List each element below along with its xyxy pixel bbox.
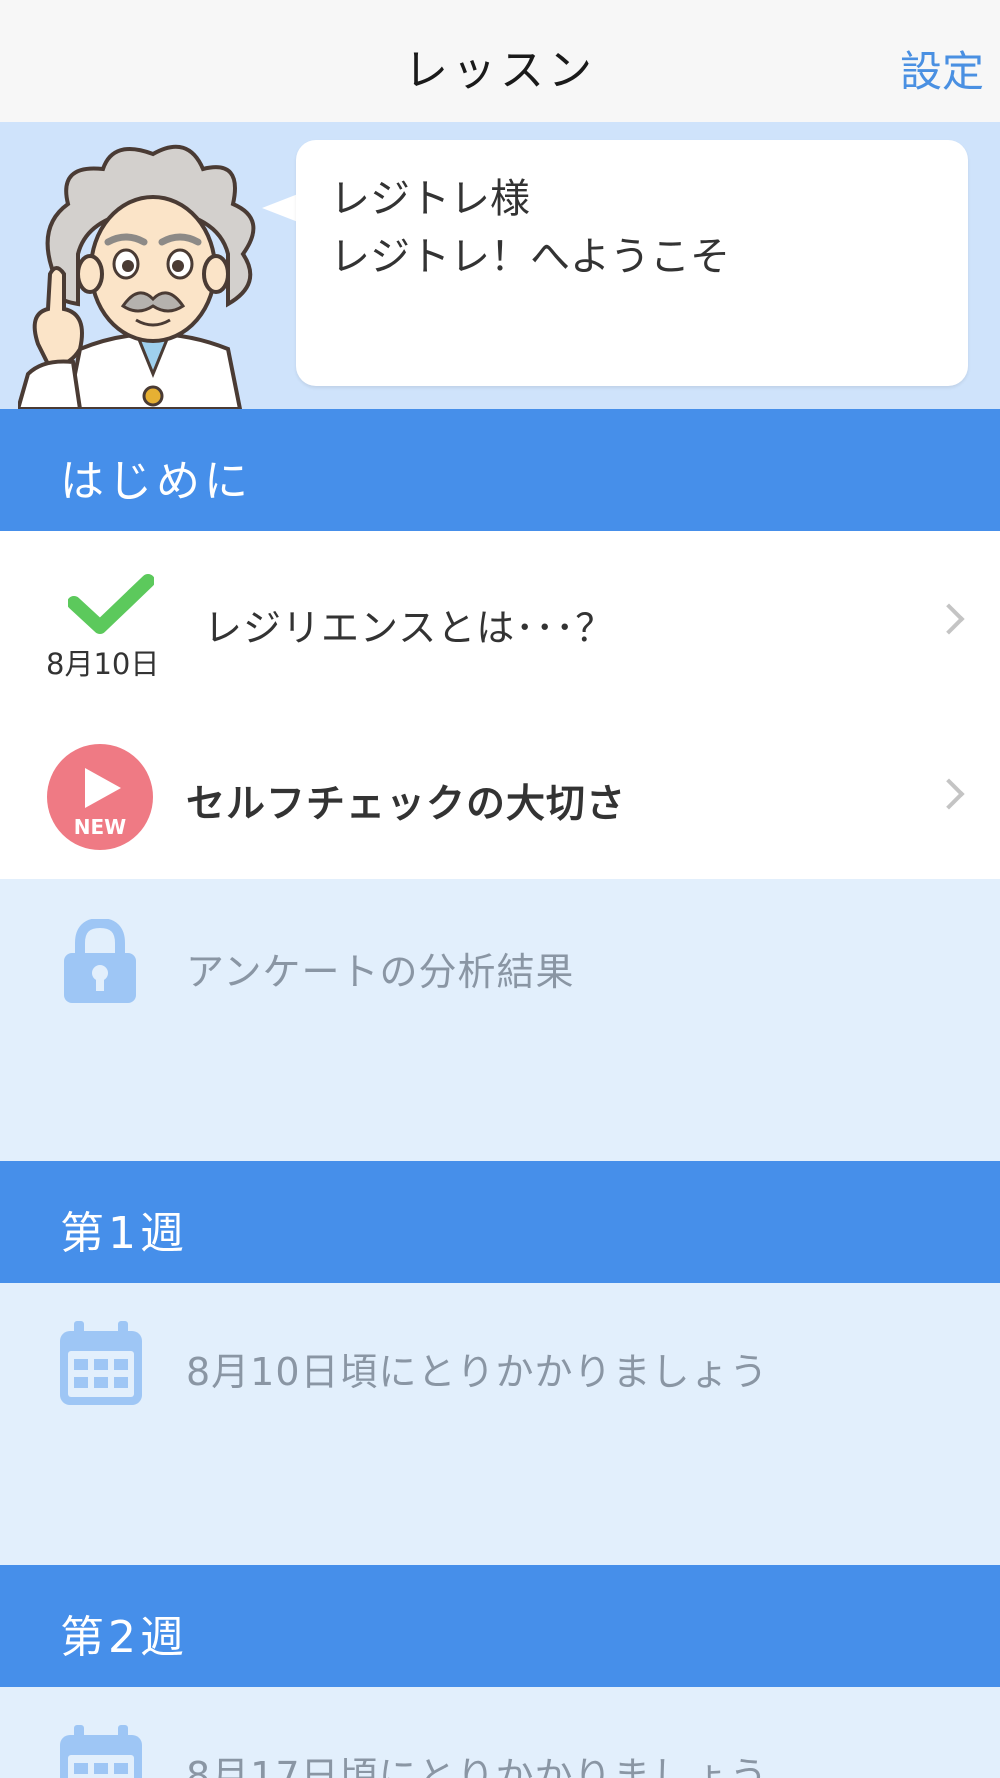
new-badge: NEW: [74, 815, 126, 839]
section-title: 第2週: [60, 1612, 188, 1663]
speech-bubble: レジトレ様 レジトレ！へようこそ: [296, 140, 968, 386]
lesson-title: アンケートの分析結果: [186, 950, 575, 994]
calendar-icon: [60, 1321, 142, 1405]
lesson-item-resilience[interactable]: 8月10日 レジリエンスとは･･･？: [0, 531, 1000, 705]
lesson-title: レジリエンスとは･･･？: [204, 606, 615, 650]
section-header-week-1: 第1週: [0, 1161, 1000, 1283]
professor-mascot-icon: [18, 144, 256, 409]
schedule-text: 8月17日頃にとりかかりましょう: [186, 1754, 769, 1778]
lock-icon: [64, 919, 136, 1003]
section-header-week-2: 第2週: [0, 1565, 1000, 1687]
lesson-title: セルフチェックの大切さ: [186, 782, 627, 827]
chevron-right-icon: [933, 603, 965, 635]
welcome-banner: レジトレ様 レジトレ！へようこそ: [0, 122, 1000, 409]
greeting-welcome: レジトレ！へようこそ: [330, 234, 730, 280]
page-title: レッスン: [404, 45, 596, 96]
week-1-schedule-item: 8月10日頃にとりかかりましょう: [0, 1283, 1000, 1565]
nav-bar: レッスン 設定: [0, 0, 1000, 122]
chevron-right-icon: [933, 778, 965, 810]
section-title: はじめに: [60, 456, 252, 507]
settings-button[interactable]: 設定: [900, 38, 984, 99]
speech-bubble-tail: [262, 194, 298, 222]
section-title: 第1週: [60, 1208, 188, 1259]
section-header-intro: はじめに: [0, 409, 1000, 531]
week-2-schedule-item: 8月17日頃にとりかかりましょう: [0, 1687, 1000, 1778]
completed-date: 8月10日: [46, 647, 160, 681]
play-new-icon: NEW: [47, 744, 153, 850]
checkmark-icon: [68, 574, 154, 634]
lesson-item-survey-results: アンケートの分析結果: [0, 879, 1000, 1161]
greeting-name: レジトレ様: [330, 176, 530, 222]
lesson-item-self-check[interactable]: NEW セルフチェックの大切さ: [0, 705, 1000, 879]
schedule-text: 8月10日頃にとりかかりましょう: [186, 1350, 769, 1394]
calendar-icon: [60, 1725, 142, 1778]
